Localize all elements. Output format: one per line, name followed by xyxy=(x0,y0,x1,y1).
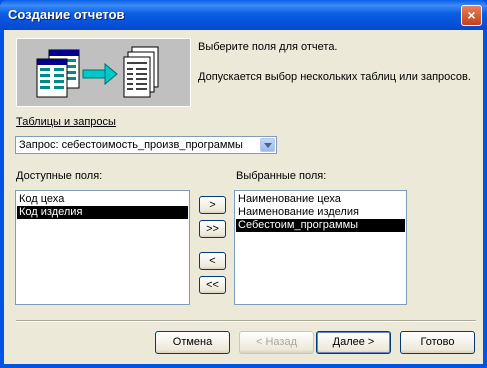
list-item[interactable]: Себестоим_программы xyxy=(236,219,405,232)
selected-fields-label: Выбранные поля: xyxy=(236,170,327,182)
available-fields-list[interactable]: Код цеха Код изделия xyxy=(15,190,190,305)
add-all-fields-button[interactable]: >> xyxy=(199,220,226,238)
title-bar[interactable]: Создание отчетов × xyxy=(0,0,487,30)
chevron-down-icon[interactable] xyxy=(260,138,275,152)
list-item[interactable]: Наименование цеха xyxy=(236,193,405,206)
close-button[interactable]: × xyxy=(461,5,482,26)
cancel-button[interactable]: Отмена xyxy=(155,331,230,354)
list-item[interactable]: Код цеха xyxy=(17,193,188,206)
footer-separator xyxy=(16,320,476,322)
report-wizard-window: Создание отчетов × Выберите поля для отч… xyxy=(0,0,487,368)
tables-label: Таблицы и запросы xyxy=(16,116,116,128)
tables-to-report-icon xyxy=(36,46,159,98)
hint-text: Допускается выбор нескольких таблиц или … xyxy=(198,71,471,83)
available-fields-label: Доступные поля: xyxy=(16,170,103,182)
window-title: Создание отчетов xyxy=(8,7,125,22)
instruction-text: Выберите поля для отчета. xyxy=(198,41,338,53)
tables-combobox-value: Запрос: себестоимость_произв_программы xyxy=(19,139,243,151)
remove-field-button[interactable]: < xyxy=(199,252,226,270)
remove-all-fields-button[interactable]: << xyxy=(199,276,226,294)
wizard-illustration xyxy=(16,38,191,107)
dialog-client-area: Выберите поля для отчета. Допускается вы… xyxy=(4,30,483,364)
tables-queries-combobox[interactable]: Запрос: себестоимость_произв_программы xyxy=(15,136,277,154)
add-field-button[interactable]: > xyxy=(199,196,226,214)
selected-fields-list[interactable]: Наименование цеха Наименование изделия С… xyxy=(234,190,407,305)
back-button[interactable]: < Назад xyxy=(239,331,314,354)
list-item[interactable]: Наименование изделия xyxy=(236,206,405,219)
list-item[interactable]: Код изделия xyxy=(17,206,188,219)
finish-button[interactable]: Готово xyxy=(400,331,475,354)
next-button[interactable]: Далее > xyxy=(316,331,391,354)
